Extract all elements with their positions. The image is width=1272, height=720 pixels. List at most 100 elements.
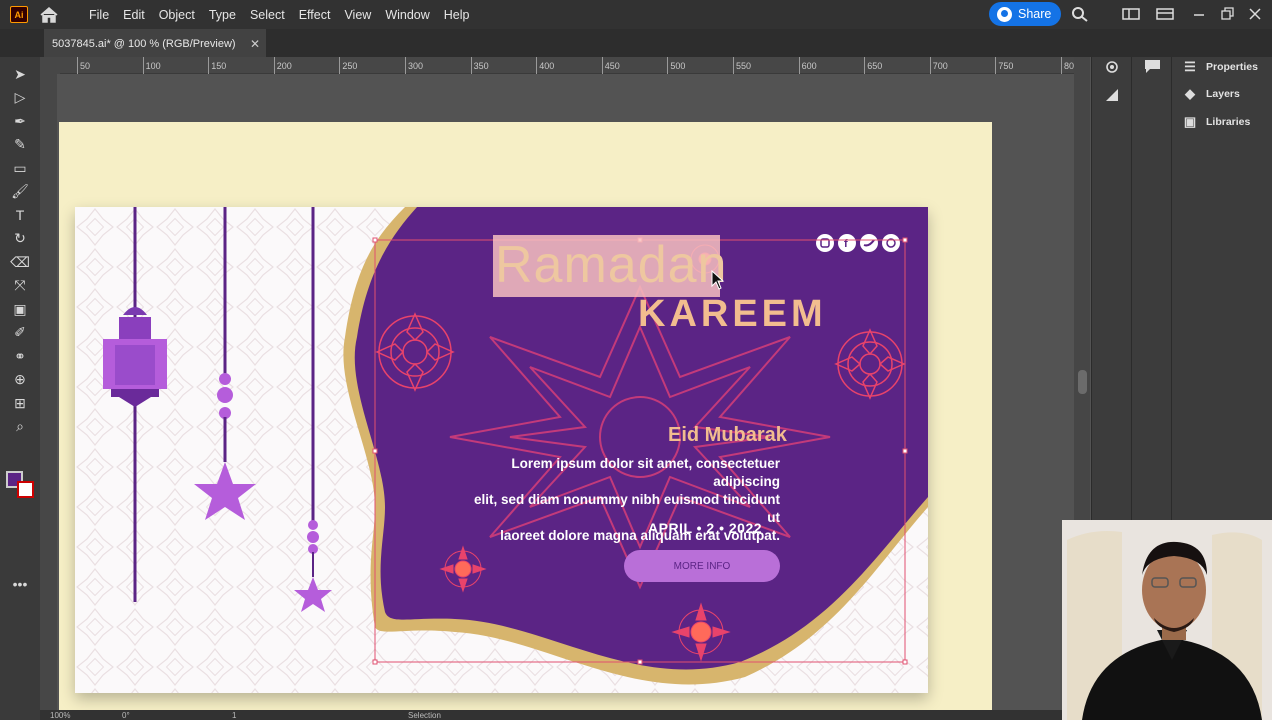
ruler-tick [405, 57, 406, 74]
menu-help[interactable]: Help [437, 8, 477, 22]
ruler-corner [40, 57, 60, 74]
home-icon[interactable] [38, 5, 60, 25]
ruler-tick [1061, 57, 1062, 74]
appearance-icon[interactable] [1103, 60, 1121, 74]
eraser-tool-icon[interactable]: ⌫ [10, 253, 30, 271]
title-ramadan[interactable]: Ramadan [495, 235, 727, 295]
more-tools-icon[interactable]: ••• [11, 575, 29, 593]
curvature-tool-icon[interactable]: ✎ [11, 136, 29, 154]
properties-label: Properties [1206, 61, 1258, 73]
properties-tab[interactable]: ☰ Properties [1182, 59, 1258, 75]
ruler-label: 250 [342, 61, 358, 71]
close-window-icon[interactable] [1246, 6, 1264, 22]
vertical-ruler[interactable] [40, 74, 57, 714]
tools-panel: ➤ ▷ ✒ ✎ ▭ 🖌 T ↻ ⌫ ⤧ ▣ ✐ ⚭ ⊕ ⊞ ⌕ ••• [0, 57, 40, 720]
share-button[interactable]: Share [989, 2, 1061, 26]
menu-type[interactable]: Type [202, 8, 243, 22]
ruler-tick [864, 57, 866, 74]
close-tab-icon[interactable]: ✕ [250, 37, 260, 51]
more-info-button[interactable]: MORE INFO [624, 550, 780, 582]
mouse-cursor-icon [711, 270, 725, 290]
layers-icon: ◆ [1185, 86, 1195, 101]
ruler-tick [142, 57, 144, 74]
gradient-icon[interactable] [1104, 87, 1120, 103]
ruler-label: 450 [604, 61, 620, 71]
ruler-label: 200 [276, 61, 292, 71]
arrange-documents-icon[interactable] [1156, 6, 1174, 22]
ruler-tick [339, 57, 341, 74]
ruler-tick [667, 57, 669, 74]
rectangle-tool-icon[interactable]: ▭ [11, 159, 29, 177]
libraries-label: Libraries [1206, 116, 1251, 128]
horizontal-ruler[interactable]: 50 100 150 200 250 300 350 400 450 500 550 600 650 70… [60, 57, 1079, 74]
pinterest-icon[interactable] [882, 234, 900, 252]
ruler-label: 650 [867, 61, 883, 71]
twitter-icon[interactable] [860, 234, 878, 252]
gradient-tool-icon[interactable]: ▣ [11, 300, 29, 318]
ruler-tick [929, 57, 931, 74]
share-label: Share [1018, 7, 1052, 21]
zoom-tool-icon[interactable]: ⌕ [11, 418, 29, 436]
artboard-number[interactable]: 1 [232, 711, 236, 720]
body-line-1: Lorem ipsum dolor sit amet, consectetuer… [511, 456, 780, 489]
paintbrush-tool-icon[interactable]: 🖌 [11, 183, 29, 201]
libraries-icon: ▣ [1183, 114, 1197, 129]
menu-list: File Edit Object Type Select Effect View… [82, 0, 477, 29]
minimize-icon[interactable] [1190, 6, 1208, 22]
properties-icon: ☰ [1184, 59, 1196, 74]
presenter-webcam [1062, 520, 1272, 720]
ruler-tick [536, 57, 538, 74]
ruler-label: 150 [211, 61, 227, 71]
zoom-level[interactable]: 100% [50, 711, 70, 720]
app-logo: Ai [10, 6, 28, 23]
artboard-tool-icon[interactable]: ⊞ [11, 394, 29, 412]
title-kareem[interactable]: KAREEM [638, 293, 827, 336]
blend-tool-icon[interactable]: ⚭ [11, 347, 29, 365]
heading-eid-mubarak[interactable]: Eid Mubarak [668, 424, 787, 447]
menu-bar: Ai File Edit Object Type Select Effect V… [0, 0, 1272, 29]
menu-effect[interactable]: Effect [292, 8, 338, 22]
instagram-icon[interactable] [816, 234, 834, 252]
menu-object[interactable]: Object [152, 8, 202, 22]
scroll-thumb[interactable] [1078, 370, 1087, 394]
menu-file[interactable]: File [82, 8, 116, 22]
ruler-label: 600 [801, 61, 817, 71]
layers-tab[interactable]: ◆ Layers [1182, 86, 1240, 102]
workspace-icon[interactable] [1122, 6, 1140, 22]
search-icon[interactable] [1071, 6, 1089, 22]
ruler-tick [733, 57, 734, 74]
pen-tool-icon[interactable]: ✒ [11, 112, 29, 130]
layers-label: Layers [1206, 88, 1240, 100]
rotate-tool-icon[interactable]: ↻ [11, 230, 29, 248]
illustrator-window: Ai File Edit Object Type Select Effect V… [0, 0, 1272, 720]
type-tool-icon[interactable]: T [11, 206, 29, 224]
artboard-design[interactable]: f Ramadan KAREEM Eid Mubarak Lorem ipsum… [75, 207, 928, 693]
shape-builder-icon[interactable]: ⊕ [11, 371, 29, 389]
menu-select[interactable]: Select [243, 8, 292, 22]
direct-selection-tool-icon[interactable]: ▷ [11, 89, 29, 107]
ruler-label: 700 [932, 61, 948, 71]
ruler-label: 50 [80, 61, 91, 71]
restore-icon[interactable] [1218, 6, 1236, 22]
ruler-tick [798, 57, 800, 74]
libraries-tab[interactable]: ▣ Libraries [1182, 114, 1251, 130]
ruler-label: 400 [539, 61, 555, 71]
menu-window[interactable]: Window [378, 8, 436, 22]
ruler-tick [601, 57, 603, 74]
document-tab[interactable]: 5037845.ai* @ 100 % (RGB/Preview) ✕ [44, 29, 266, 57]
event-date[interactable]: APRIL • 2 • 2022 [648, 520, 762, 536]
ruler-label: 750 [998, 61, 1014, 71]
comments-icon[interactable] [1144, 59, 1161, 74]
eyedropper-tool-icon[interactable]: ✐ [11, 324, 29, 342]
width-tool-icon[interactable]: ⤧ [11, 277, 29, 295]
ruler-tick [995, 57, 997, 74]
ruler-label: 500 [670, 61, 686, 71]
rotation-value[interactable]: 0° [122, 711, 130, 720]
selection-tool-icon[interactable]: ➤ [11, 65, 29, 83]
menu-edit[interactable]: Edit [116, 8, 152, 22]
menu-view[interactable]: View [337, 8, 378, 22]
presenter-image [1062, 520, 1272, 720]
stroke-swatch[interactable] [17, 481, 34, 498]
ruler-tick [77, 57, 78, 74]
ruler-tick [208, 57, 210, 74]
